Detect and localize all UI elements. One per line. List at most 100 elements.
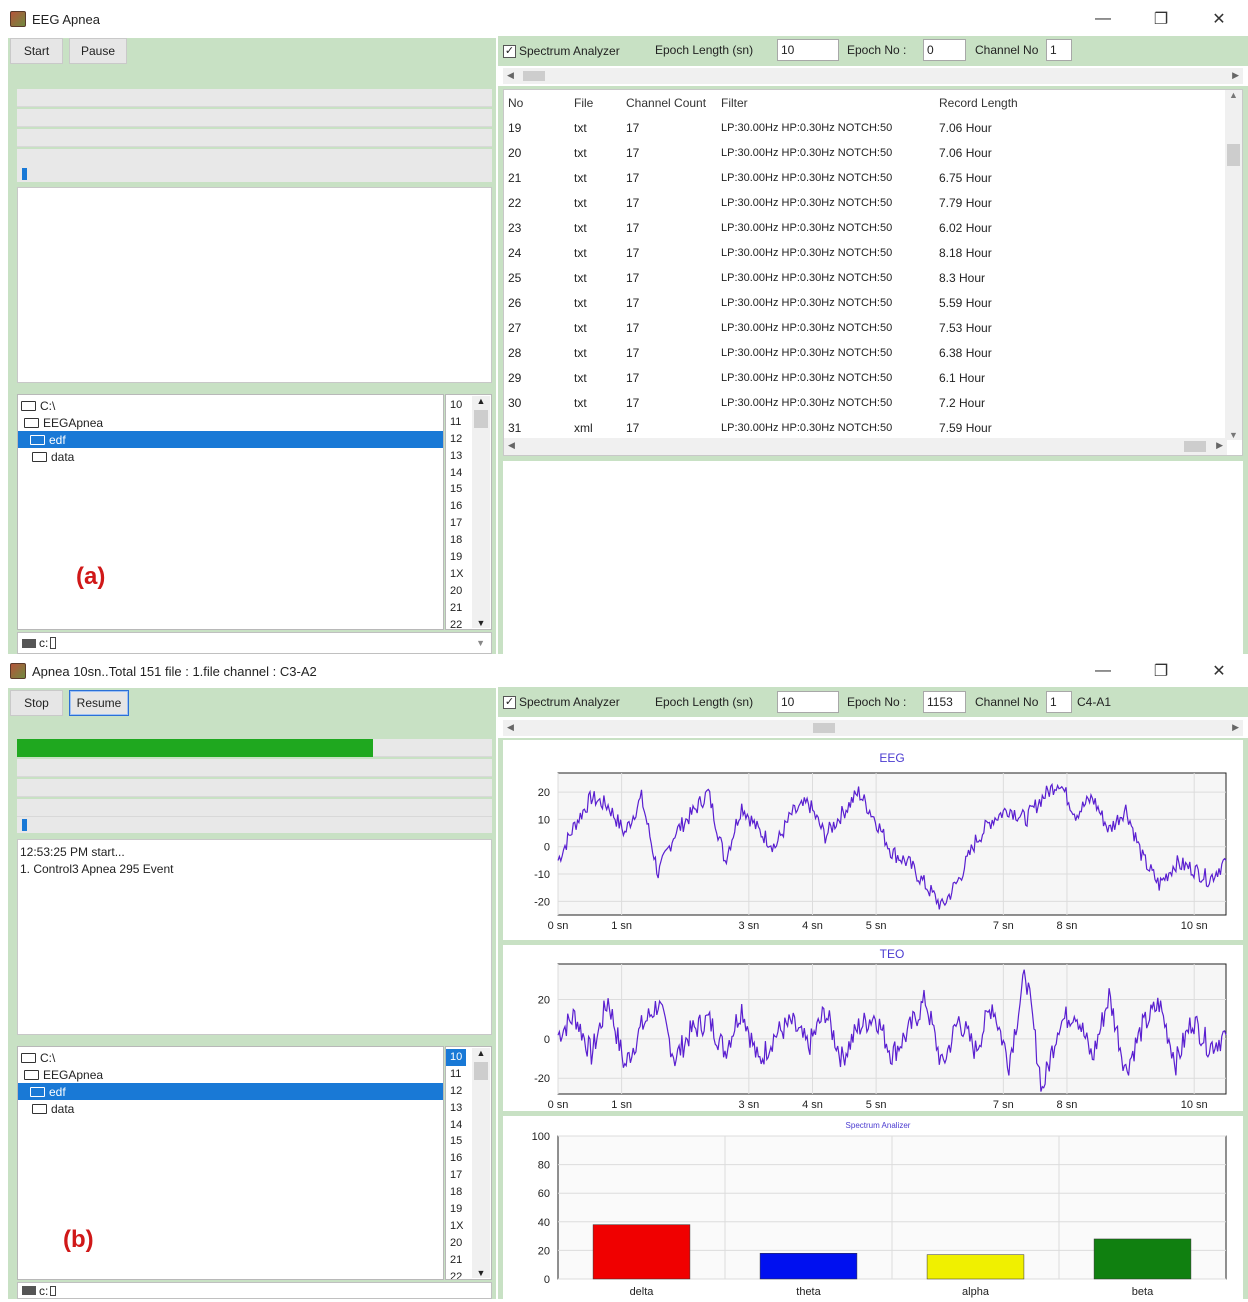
table-row[interactable]: 22 txt 17 LP:30.00Hz HP:0.30Hz NOTCH:50 7.79…: [504, 190, 1045, 215]
records-table[interactable]: No File Channel Count Filter Record Leng…: [503, 89, 1243, 456]
channel-no-input[interactable]: 1: [1046, 39, 1072, 61]
status-bar: [17, 759, 492, 777]
table-row[interactable]: 26 txt 17 LP:30.00Hz HP:0.30Hz NOTCH:50 5.59…: [504, 290, 1045, 315]
y-tick-label: 40: [538, 1217, 550, 1229]
chevron-right-icon[interactable]: ▶: [1232, 70, 1239, 81]
close-icon[interactable]: ✕: [1190, 0, 1248, 38]
table-cell: txt: [574, 345, 587, 360]
file-list-scrollbar[interactable]: ▲ ▼: [472, 396, 490, 628]
tree-node-data[interactable]: data: [18, 448, 443, 465]
spectrum-analyzer-checkbox[interactable]: ✓: [503, 44, 516, 58]
scroll-thumb[interactable]: [1184, 441, 1206, 452]
pause-button[interactable]: Pause: [69, 38, 127, 64]
x-tick-label: 7 sn: [993, 1099, 1014, 1111]
chevron-up-icon[interactable]: ▲: [472, 1048, 490, 1062]
close-icon[interactable]: ✕: [1190, 654, 1248, 688]
table-row[interactable]: 19 txt 17 LP:30.00Hz HP:0.30Hz NOTCH:50 7.06…: [504, 115, 1045, 140]
spectrum-analyzer-checkbox[interactable]: ✓: [503, 695, 516, 709]
chevron-left-icon[interactable]: ◀: [507, 70, 514, 81]
teo-chart: TEO 20 0 -20 0 sn 1 sn 3 sn 4 sn 5 sn 7 sn 8 sn 10 …: [534, 947, 1227, 1111]
tree-node-edf[interactable]: edf: [18, 431, 443, 448]
eeg-chart: EEG 20 10 0 -10 -20 0 sn 1 sn 3 sn 4 sn 5 sn 7 sn 8 …: [534, 751, 1227, 932]
stop-button[interactable]: Stop: [10, 690, 63, 716]
epoch-length-input[interactable]: 10: [777, 39, 839, 61]
toolbar-scrollbar[interactable]: ◀ ▶: [503, 720, 1243, 736]
y-tick-label: 100: [532, 1131, 550, 1143]
column-header[interactable]: Filter: [717, 90, 935, 115]
start-button[interactable]: Start: [10, 38, 63, 64]
table-row[interactable]: 24 txt 17 LP:30.00Hz HP:0.30Hz NOTCH:50 8.18…: [504, 240, 1045, 265]
tree-node-edf[interactable]: edf: [18, 1083, 443, 1100]
folder-tree[interactable]: C:\ EEGApnea edf data: [17, 394, 444, 630]
position-track[interactable]: [17, 166, 492, 182]
chevron-right-icon[interactable]: ▶: [1216, 440, 1223, 451]
tree-node-eegapnea[interactable]: EEGApnea: [18, 1066, 443, 1083]
table-row[interactable]: 29 txt 17 LP:30.00Hz HP:0.30Hz NOTCH:50 6.1 …: [504, 365, 1045, 390]
position-thumb[interactable]: [22, 819, 27, 831]
table-row[interactable]: 23 txt 17 LP:30.00Hz HP:0.30Hz NOTCH:50 6.02…: [504, 215, 1045, 240]
bar-theta: [759, 1253, 858, 1280]
list-item[interactable]: 10: [446, 1049, 466, 1066]
chevron-left-icon[interactable]: ◀: [508, 440, 515, 451]
scroll-thumb[interactable]: [813, 723, 835, 733]
chevron-up-icon[interactable]: ▲: [1225, 90, 1242, 104]
chevron-down-icon[interactable]: ▼: [476, 638, 485, 648]
table-row[interactable]: 25 txt 17 LP:30.00Hz HP:0.30Hz NOTCH:50 8.3 …: [504, 265, 1045, 290]
table-row[interactable]: 31 xml 17 LP:30.00Hz HP:0.30Hz NOTCH:50 7.59…: [504, 415, 1045, 440]
chevron-left-icon[interactable]: ◀: [507, 722, 514, 733]
table-row[interactable]: 28 txt 17 LP:30.00Hz HP:0.30Hz NOTCH:50 6.38…: [504, 340, 1045, 365]
table-vscrollbar[interactable]: ▲ ▼: [1225, 90, 1242, 440]
restore-icon[interactable]: ❐: [1132, 0, 1190, 38]
table-row[interactable]: 27 txt 17 LP:30.00Hz HP:0.30Hz NOTCH:50 7.53…: [504, 315, 1045, 340]
column-header[interactable]: No: [504, 90, 570, 115]
x-tick-label: 7 sn: [993, 920, 1014, 932]
channel-no-input[interactable]: 1: [1046, 691, 1072, 713]
teo-chart-panel: TEO 20 0 -20 0 sn 1 sn 3 sn 4 sn 5 sn 7 sn 8 sn 10 …: [503, 945, 1243, 1111]
epoch-length-input[interactable]: 10: [777, 691, 839, 713]
x-tick-label: delta: [630, 1286, 655, 1298]
tree-node-root[interactable]: C:\: [18, 1049, 443, 1066]
table-cell: 17: [626, 395, 640, 410]
minimize-icon[interactable]: —: [1074, 0, 1132, 38]
scroll-thumb[interactable]: [1227, 144, 1240, 166]
chevron-down-icon[interactable]: ▼: [1225, 430, 1242, 440]
epoch-no-input[interactable]: 1153: [923, 691, 966, 713]
tree-node-root[interactable]: C:\: [18, 397, 443, 414]
toolbar-scrollbar[interactable]: ◀ ▶: [503, 68, 1243, 84]
scroll-thumb[interactable]: [523, 71, 545, 81]
file-list-scrollbar[interactable]: ▲ ▼: [472, 1048, 490, 1278]
position-thumb[interactable]: [22, 168, 27, 180]
log-line: 12:53:25 PM start...: [20, 845, 125, 859]
table-row[interactable]: 21 txt 17 LP:30.00Hz HP:0.30Hz NOTCH:50 6.75…: [504, 165, 1045, 190]
drive-combo[interactable]: c:: [17, 1282, 492, 1299]
table-cell: LP:30.00Hz HP:0.30Hz NOTCH:50: [721, 396, 893, 409]
table-cell: 17: [626, 120, 640, 135]
scroll-thumb[interactable]: [474, 1062, 488, 1080]
table-row[interactable]: 30 txt 17 LP:30.00Hz HP:0.30Hz NOTCH:50 7.2 …: [504, 390, 1045, 415]
epoch-no-input[interactable]: 0: [923, 39, 966, 61]
chevron-down-icon[interactable]: ▼: [472, 618, 490, 628]
restore-icon[interactable]: ❐: [1132, 654, 1190, 688]
table-cell: 5.59 Hour: [939, 295, 992, 310]
scroll-thumb[interactable]: [474, 410, 488, 428]
column-header[interactable]: Channel Count: [622, 90, 717, 115]
x-tick-label: 10 sn: [1181, 1099, 1208, 1111]
minimize-icon[interactable]: —: [1074, 654, 1132, 688]
y-tick-label: -20: [534, 896, 550, 908]
column-header[interactable]: Record Length: [935, 90, 1045, 115]
tree-node-data[interactable]: data: [18, 1100, 443, 1117]
resume-button[interactable]: Resume: [69, 690, 129, 716]
chevron-down-icon[interactable]: ▼: [472, 1268, 490, 1278]
spectrum-analyzer-label: Spectrum Analyzer: [519, 44, 620, 58]
chevron-right-icon[interactable]: ▶: [1232, 722, 1239, 733]
chevron-up-icon[interactable]: ▲: [472, 396, 490, 410]
progress-fill: [17, 739, 374, 757]
tree-node-eegapnea[interactable]: EEGApnea: [18, 414, 443, 431]
drive-combo[interactable]: c: ▼: [17, 632, 492, 654]
bar-delta: [592, 1224, 691, 1280]
column-header[interactable]: File: [570, 90, 622, 115]
table-hscrollbar[interactable]: ◀ ▶: [504, 438, 1227, 455]
position-track[interactable]: [17, 817, 492, 833]
table-row[interactable]: 20 txt 17 LP:30.00Hz HP:0.30Hz NOTCH:50 7.06…: [504, 140, 1045, 165]
epoch-no-label: Epoch No :: [847, 43, 907, 57]
